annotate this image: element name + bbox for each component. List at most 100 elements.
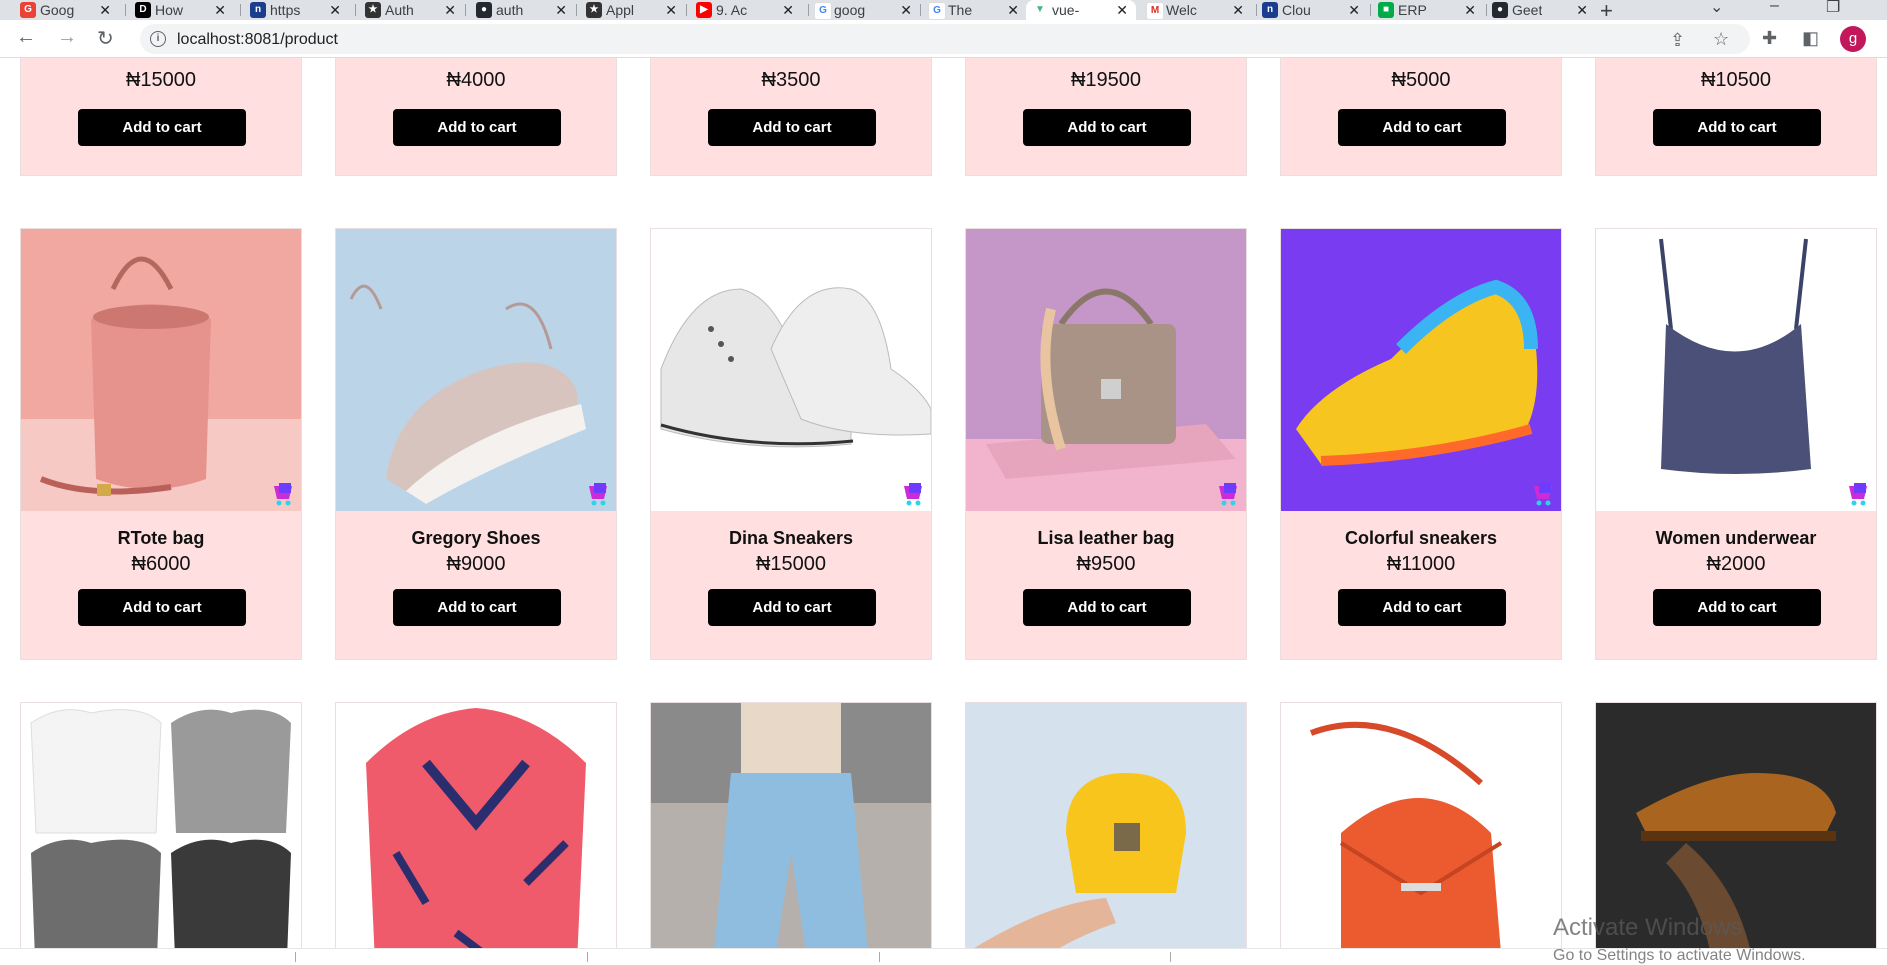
add-to-cart-button[interactable]: Add to cart — [1653, 109, 1821, 146]
product-name: Dina Sneakers — [728, 528, 854, 548]
product-image[interactable] — [336, 229, 616, 511]
gmail-icon: M — [1146, 2, 1164, 20]
tab-title: The — [948, 2, 973, 18]
add-to-cart-button[interactable]: Add to cart — [1023, 589, 1191, 626]
tab-2[interactable]: D How ✕ — [129, 0, 234, 20]
add-to-cart-button[interactable]: Add to cart — [708, 589, 876, 626]
shopping-cart-icon — [589, 483, 607, 506]
close-icon[interactable]: ✕ — [900, 0, 912, 20]
add-to-cart-button[interactable]: Add to cart — [393, 589, 561, 626]
product-card[interactable] — [965, 702, 1247, 948]
tab-title: How — [155, 2, 184, 18]
product-image[interactable] — [21, 229, 301, 511]
add-to-cart-button[interactable]: Add to cart — [1653, 589, 1821, 626]
product-image[interactable] — [966, 229, 1246, 511]
product-card[interactable]: Lisa leather bag ₦9500 Add to cart — [965, 228, 1247, 660]
restore-icon[interactable]: ❐ — [1826, 0, 1840, 17]
back-icon[interactable]: ← — [16, 26, 36, 49]
browser-toolbar: ← → ↻ i localhost:8081/product ⇪ ☆ ✚ ◧ g — [0, 20, 1887, 58]
product-image[interactable] — [651, 229, 931, 511]
close-icon[interactable]: ✕ — [99, 0, 111, 20]
add-to-cart-button[interactable]: Add to cart — [1338, 109, 1506, 146]
tab-12[interactable]: n Clou ✕ — [1256, 0, 1368, 20]
close-icon[interactable]: ✕ — [782, 0, 794, 20]
tab-9[interactable]: G The ✕ — [922, 0, 1027, 20]
add-to-cart-button[interactable]: Add to cart — [1023, 109, 1191, 146]
product-card[interactable] — [1280, 702, 1562, 948]
vue-icon: ▼ — [1032, 2, 1048, 18]
chat-icon: ■ — [1378, 2, 1394, 18]
tab-search-icon[interactable]: ⌄ — [1710, 0, 1723, 17]
star-icon: ★ — [586, 2, 602, 18]
product-image[interactable] — [651, 703, 931, 948]
tab-title: Welc — [1166, 2, 1197, 18]
tab-7[interactable]: ▶ 9. Ac ✕ — [690, 0, 802, 20]
product-image[interactable] — [21, 703, 301, 948]
tab-5[interactable]: ● auth ✕ — [470, 0, 575, 20]
close-icon[interactable]: ✕ — [555, 0, 567, 20]
address-bar[interactable]: i localhost:8081/product ⇪ ☆ — [140, 24, 1750, 54]
product-card[interactable]: Colorful sneakers ₦11000 Add to cart — [1280, 228, 1562, 660]
close-icon[interactable]: ✕ — [1007, 0, 1019, 20]
activate-windows-subtitle: Go to Settings to activate Windows. — [1553, 947, 1806, 964]
close-icon[interactable]: ✕ — [1116, 0, 1128, 20]
profile-avatar[interactable]: g — [1840, 26, 1866, 52]
close-icon[interactable]: ✕ — [1576, 0, 1588, 20]
tab-14[interactable]: ● Geet ✕ — [1486, 0, 1596, 20]
product-image[interactable] — [336, 703, 616, 948]
tab-1[interactable]: G Goog ✕ — [14, 0, 119, 20]
close-icon[interactable]: ✕ — [665, 0, 677, 20]
product-card: ₦4000 Add to cart — [335, 58, 617, 176]
product-card[interactable]: Gregory Shoes ₦9000 Add to cart — [335, 228, 617, 660]
tab-title: ERP — [1398, 2, 1427, 18]
product-image[interactable] — [1281, 229, 1561, 511]
close-icon[interactable]: ✕ — [1464, 0, 1476, 20]
tab-8[interactable]: G goog ✕ — [808, 0, 920, 20]
product-card[interactable] — [335, 702, 617, 948]
product-card[interactable]: RTote bag ₦6000 Add to cart — [20, 228, 302, 660]
product-card: ₦5000 Add to cart — [1280, 58, 1562, 176]
product-card[interactable]: Women underwear ₦2000 Add to cart — [1595, 228, 1877, 660]
side-panel-icon[interactable]: ◧ — [1802, 28, 1819, 49]
share-icon[interactable]: ⇪ — [1670, 30, 1685, 51]
tab-title: Clou — [1282, 2, 1311, 18]
product-image[interactable] — [1596, 229, 1876, 511]
product-price: ₦19500 — [1070, 69, 1142, 91]
tab-6[interactable]: ★ Appl ✕ — [580, 0, 685, 20]
product-image[interactable] — [1596, 703, 1876, 948]
close-icon[interactable]: ✕ — [1232, 0, 1244, 20]
add-to-cart-button[interactable]: Add to cart — [78, 109, 246, 146]
tab-title: Geet — [1512, 2, 1543, 18]
product-card[interactable] — [650, 702, 932, 948]
product-image[interactable] — [1281, 703, 1561, 948]
add-to-cart-button[interactable]: Add to cart — [1338, 589, 1506, 626]
tab-4[interactable]: ★ Auth ✕ — [359, 0, 464, 20]
tab-title: Goog — [40, 2, 75, 18]
product-card[interactable] — [20, 702, 302, 948]
forward-icon[interactable]: → — [57, 26, 77, 49]
add-to-cart-button[interactable]: Add to cart — [78, 589, 246, 626]
tab-11[interactable]: M Welc ✕ — [1140, 0, 1252, 20]
product-card[interactable]: Dina Sneakers ₦15000 Add to cart — [650, 228, 932, 660]
tab-title: Auth — [385, 2, 414, 18]
product-card[interactable] — [1595, 702, 1877, 948]
close-icon[interactable]: ✕ — [214, 0, 226, 20]
shopping-cart-icon — [1219, 483, 1237, 506]
close-icon[interactable]: ✕ — [444, 0, 456, 20]
close-icon[interactable]: ✕ — [329, 0, 341, 20]
bookmark-star-icon[interactable]: ☆ — [1713, 29, 1729, 50]
add-to-cart-button[interactable]: Add to cart — [393, 109, 561, 146]
reload-icon[interactable]: ↻ — [97, 26, 114, 51]
product-name: Lisa leather bag — [1037, 528, 1175, 548]
tab-3[interactable]: n https ✕ — [244, 0, 349, 20]
extensions-icon[interactable]: ✚ — [1762, 28, 1777, 49]
google-apps-icon: G — [20, 2, 36, 18]
add-to-cart-button[interactable]: Add to cart — [708, 109, 876, 146]
tab-10-active[interactable]: ▼ vue- ✕ — [1026, 0, 1136, 20]
close-icon[interactable]: ✕ — [1348, 0, 1360, 20]
info-icon[interactable]: i — [150, 31, 166, 47]
minimize-icon[interactable]: – — [1770, 0, 1779, 15]
product-image[interactable] — [966, 703, 1246, 948]
product-card: ₦19500 Add to cart — [965, 58, 1247, 176]
tab-13[interactable]: ■ ERP ✕ — [1372, 0, 1484, 20]
